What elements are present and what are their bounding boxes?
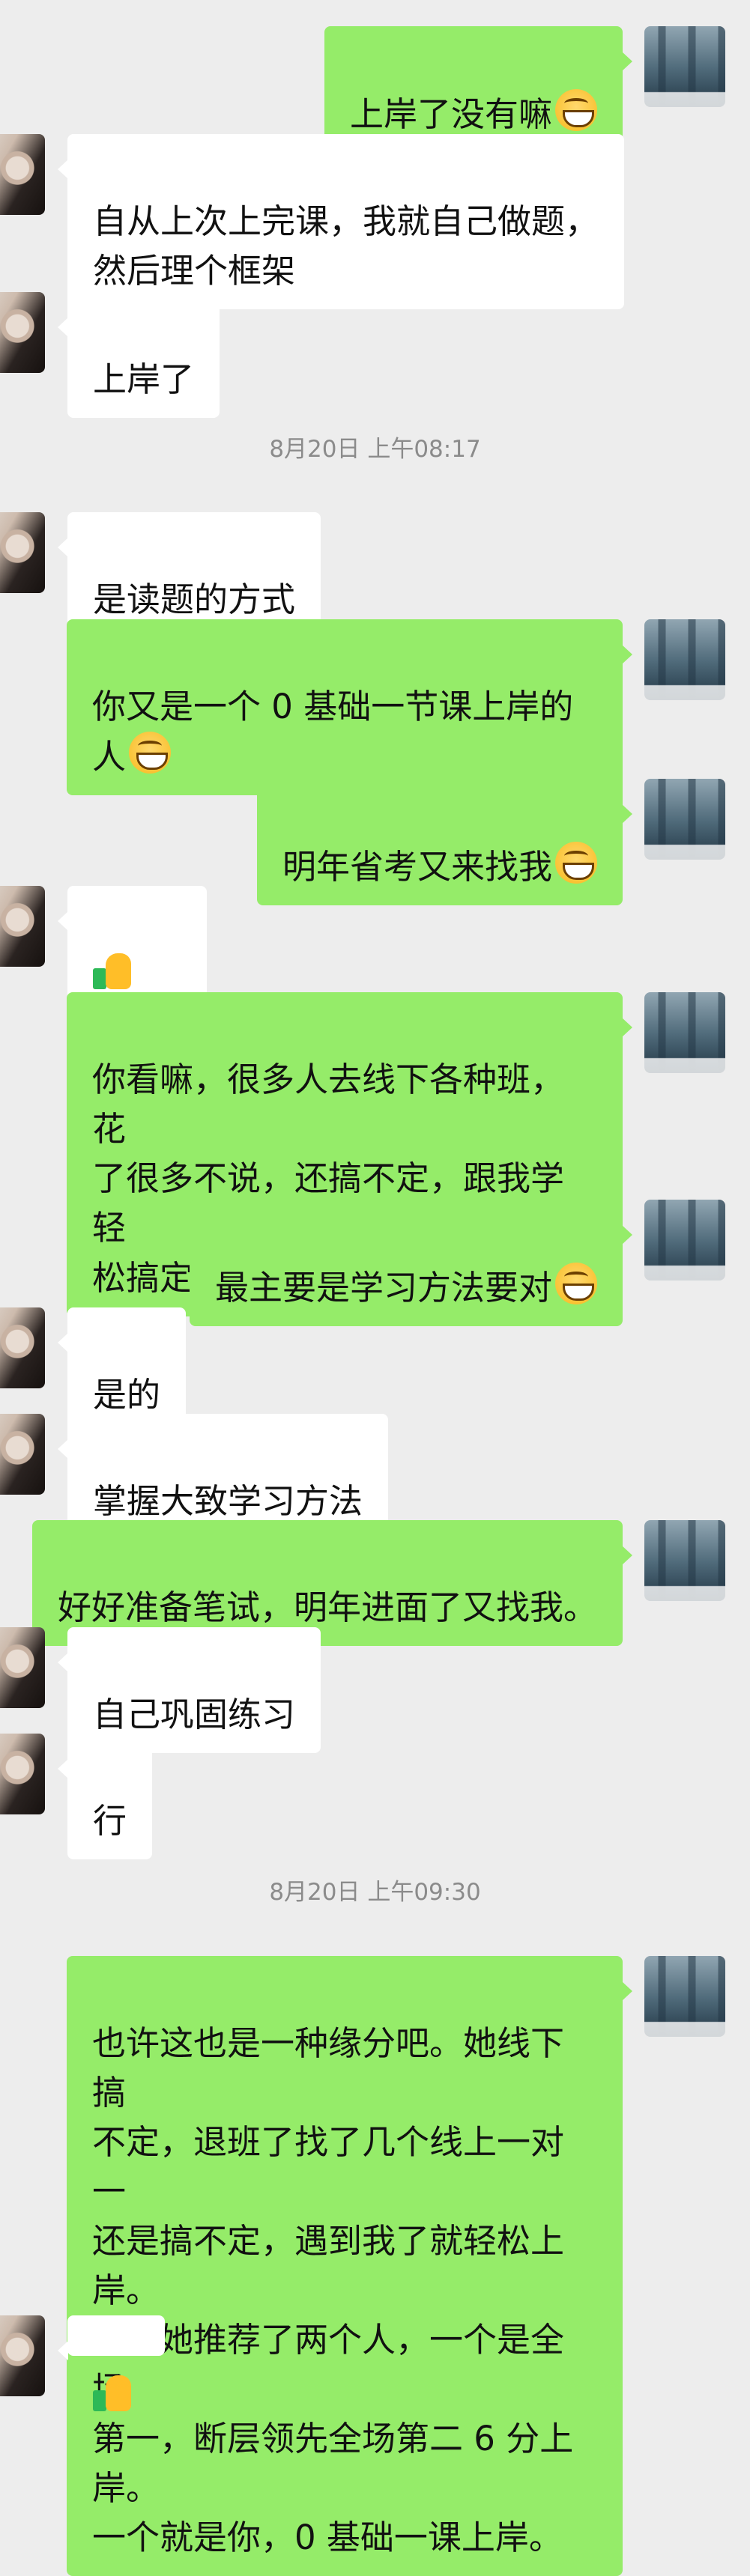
friend-avatar[interactable]: [0, 886, 45, 967]
message-text: 也许这也是一种缘分吧。她线下搞 不定，退班了找了几个线上一对一 还是搞不定，遇到…: [92, 2023, 574, 2557]
friend-avatar[interactable]: [0, 1734, 45, 1814]
message-text: 自从上次上完课，我就自己做题， 然后理个框架: [93, 201, 599, 291]
message-text: 上岸了: [93, 359, 195, 399]
friend-avatar[interactable]: [0, 1627, 45, 1708]
message-bubble-friend[interactable]: 上岸了: [57, 292, 220, 418]
message-text: 是读题的方式: [93, 580, 296, 619]
grin-emoji-icon: [555, 89, 597, 131]
message-text: 掌握大致学习方法: [93, 1481, 363, 1521]
thumbs-up-icon: [93, 2372, 135, 2414]
self-avatar[interactable]: [644, 619, 725, 700]
message-bubble-self[interactable]: 最主要是学习方法要对: [189, 1200, 633, 1326]
self-avatar[interactable]: [644, 992, 725, 1073]
friend-avatar[interactable]: [0, 1307, 45, 1388]
message-bubble-friend[interactable]: [58, 2315, 165, 2411]
friend-avatar[interactable]: [0, 134, 45, 215]
grin-emoji-icon: [129, 732, 172, 774]
self-avatar[interactable]: [644, 1200, 725, 1281]
message-text: 上岸了没有嘛: [349, 94, 552, 134]
self-avatar[interactable]: [644, 1956, 725, 2037]
message-text: 行: [93, 1801, 127, 1841]
chat-view: 上岸了没有嘛 自从上次上完课，我就自己做题， 然后理个框架 上岸了 8月20日 …: [0, 0, 750, 2576]
thumbs-up-icon: [93, 950, 135, 992]
grin-emoji-icon: [555, 1263, 597, 1304]
message-bubble-self[interactable]: 也许这也是一种缘分吧。她线下搞 不定，退班了找了几个线上一对一 还是搞不定，遇到…: [67, 1956, 632, 2576]
grin-emoji-icon: [555, 842, 597, 884]
friend-avatar[interactable]: [0, 292, 45, 373]
self-avatar[interactable]: [644, 779, 725, 860]
message-bubble-self[interactable]: 你又是一个 0 基础一节课上岸的人: [67, 619, 632, 795]
timestamp: 8月20日 上午09:30: [269, 1879, 481, 1906]
self-avatar[interactable]: [644, 26, 725, 107]
message-bubble-self[interactable]: 明年省考又来找我: [256, 779, 633, 905]
message-bubble-friend[interactable]: 行: [57, 1734, 153, 1859]
self-avatar[interactable]: [644, 1520, 725, 1601]
message-text: 明年省考又来找我: [282, 847, 552, 887]
message-text: 是的: [93, 1375, 161, 1415]
friend-avatar[interactable]: [0, 2315, 45, 2396]
friend-avatar[interactable]: [0, 1414, 45, 1495]
message-text: 最主要是学习方法要对: [214, 1268, 552, 1307]
message-bubble-friend[interactable]: 自从上次上完课，我就自己做题， 然后理个框架: [57, 134, 625, 309]
friend-avatar[interactable]: [0, 512, 45, 593]
message-text: 自己巩固练习: [93, 1695, 296, 1734]
message-text: 好好准备笔试，明年进面了又找我。: [57, 1588, 597, 1627]
timestamp: 8月20日 上午08:17: [269, 436, 481, 463]
